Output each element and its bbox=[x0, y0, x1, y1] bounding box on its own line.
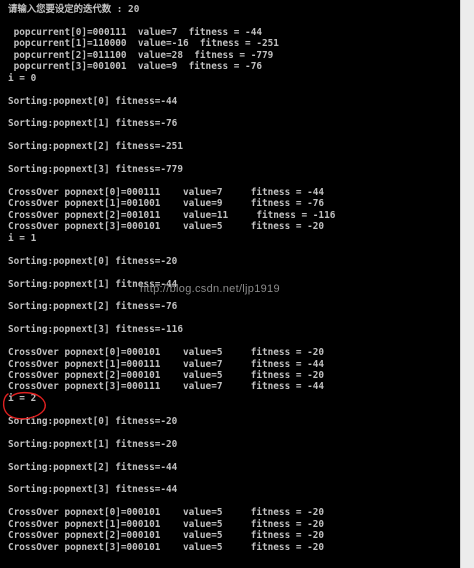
console-window[interactable]: 请输入您要设定的迭代数 : 20 popcurrent[0]=000111 va… bbox=[0, 0, 460, 568]
console-line: popcurrent[2]=011100 value=28 fitness = … bbox=[8, 49, 274, 61]
console-line: Sorting:popnext[2] fitness=-251 bbox=[8, 141, 183, 153]
console-line: CrossOver popnext[1]=000111 value=7 fitn… bbox=[8, 358, 325, 370]
console-line: CrossOver popnext[0]=000111 value=7 fitn… bbox=[8, 187, 325, 198]
console-line: CrossOver popnext[0]=000101 value=5 fitn… bbox=[8, 507, 325, 519]
watermark-text: http://blog.csdn.net/ljp1919 bbox=[140, 283, 280, 295]
console-line: Sorting:popnext[2] fitness=-44 bbox=[8, 461, 178, 473]
console-line: Sorting:popnext[3] fitness=-44 bbox=[8, 484, 178, 496]
console-output: 请输入您要设定的迭代数 : 20 popcurrent[0]=000111 va… bbox=[8, 4, 460, 553]
console-line: CrossOver popnext[2]=000101 value=5 fitn… bbox=[8, 370, 325, 381]
console-line: popcurrent[1]=110000 value=-16 fitness =… bbox=[8, 38, 279, 50]
console-line: 请输入您要设定的迭代数 : 20 bbox=[8, 4, 140, 15]
console-line: CrossOver popnext[1]=000101 value=5 fitn… bbox=[8, 518, 325, 530]
console-line: Sorting:popnext[1] fitness=-20 bbox=[8, 438, 178, 450]
console-line: CrossOver popnext[1]=001001 value=9 fitn… bbox=[8, 198, 325, 210]
console-line: Sorting:popnext[3] fitness=-779 bbox=[8, 164, 183, 176]
red-circle-stroke bbox=[2, 391, 46, 420]
console-line: popcurrent[0]=000111 value=7 fitness = -… bbox=[8, 26, 262, 38]
console-line: CrossOver popnext[3]=000111 value=7 fitn… bbox=[8, 381, 325, 393]
red-circle-annotation bbox=[2, 391, 46, 420]
vertical-scrollbar[interactable] bbox=[460, 0, 474, 568]
console-line: Sorting:popnext[1] fitness=-76 bbox=[8, 118, 178, 130]
console-line: CrossOver popnext[2]=000101 value=5 fitn… bbox=[8, 530, 325, 542]
console-line: CrossOver popnext[0]=000101 value=5 fitn… bbox=[8, 347, 325, 359]
console-line: Sorting:popnext[0] fitness=-20 bbox=[8, 415, 178, 427]
console-line: Sorting:popnext[2] fitness=-76 bbox=[8, 301, 178, 313]
console-line: popcurrent[3]=001001 value=9 fitness = -… bbox=[8, 61, 262, 73]
console-line: i = 0 bbox=[8, 72, 37, 84]
console-line: i = 1 bbox=[8, 232, 37, 244]
console-line: Sorting:popnext[3] fitness=-116 bbox=[8, 324, 183, 336]
console-line: CrossOver popnext[2]=001011 value=11 fit… bbox=[8, 209, 336, 221]
console-line: Sorting:popnext[0] fitness=-20 bbox=[8, 255, 178, 267]
console-line: CrossOver popnext[3]=000101 value=5 fitn… bbox=[8, 541, 325, 553]
console-line: CrossOver popnext[3]=000101 value=5 fitn… bbox=[8, 221, 325, 233]
console-line: i = 2 bbox=[8, 392, 37, 404]
console-line: Sorting:popnext[0] fitness=-44 bbox=[8, 95, 178, 107]
